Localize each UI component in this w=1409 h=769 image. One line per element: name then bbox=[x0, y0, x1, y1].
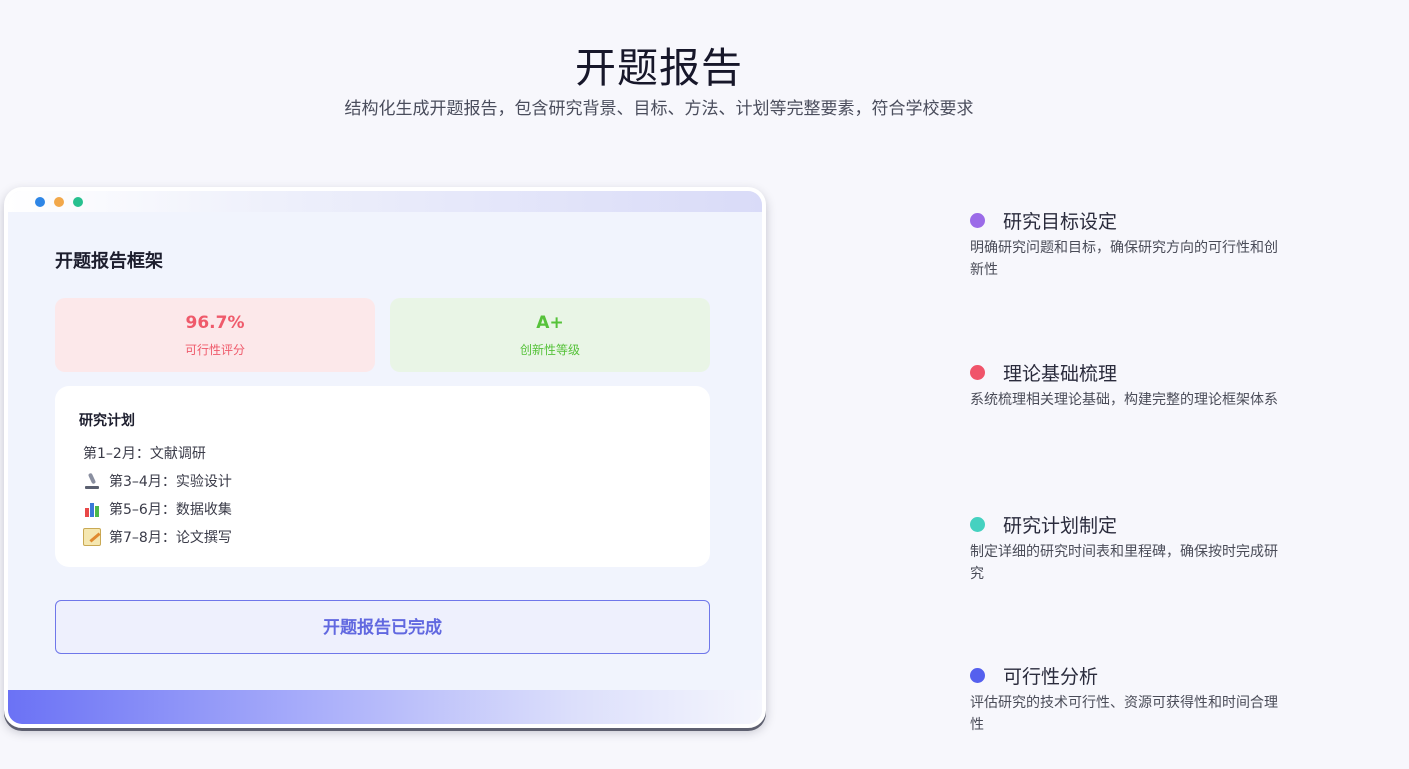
plan-item: 第5–6月：数据收集 bbox=[83, 499, 232, 519]
feature-title: 可行性分析 bbox=[1003, 666, 1099, 688]
innovation-grade-label: 创新性等级 bbox=[519, 343, 580, 357]
feature-title: 理论基础梳理 bbox=[1003, 363, 1118, 385]
feature-description: 系统梳理相关理论基础，构建完整的理论框架体系 bbox=[970, 392, 1278, 408]
innovation-grade-card: A+ 创新性等级 bbox=[390, 298, 710, 372]
page-title: 开题报告 bbox=[575, 44, 743, 92]
research-plan-title: 研究计划 bbox=[79, 413, 135, 429]
plan-item-text: 第5–6月：数据收集 bbox=[109, 502, 232, 518]
page-subtitle: 结构化生成开题报告，包含研究背景、目标、方法、计划等完整要素，符合学校要求 bbox=[344, 99, 974, 119]
feature-description: 明确研究问题和目标，确保研究方向的可行性和创新性 bbox=[970, 240, 1278, 278]
feature-description: 制定详细的研究时间表和里程碑，确保按时完成研究 bbox=[970, 544, 1278, 582]
plan-item: 第1–2月：文献调研 bbox=[83, 443, 206, 463]
plan-item-text: 第3–4月：实验设计 bbox=[109, 474, 232, 490]
bar-chart-icon bbox=[83, 500, 101, 518]
window-dot-orange bbox=[54, 197, 64, 207]
report-complete-button[interactable]: 开题报告已完成 bbox=[55, 600, 710, 654]
plan-item-text: 第7–8月：论文撰写 bbox=[109, 530, 232, 546]
plan-item: 第3–4月：实验设计 bbox=[83, 471, 232, 491]
feature-dot bbox=[970, 365, 985, 380]
plan-item: 第7–8月：论文撰写 bbox=[83, 527, 232, 547]
feature-dot bbox=[970, 517, 985, 532]
feasibility-score-label: 可行性评分 bbox=[184, 343, 245, 357]
report-preview-window: 开题报告框架 96.7% 可行性评分 A+ 创新性等级 研究计划 第1–2月：文… bbox=[4, 187, 766, 728]
window-bottom-gradient-bar bbox=[8, 690, 762, 724]
memo-icon bbox=[83, 528, 101, 546]
plan-item-text: 第1–2月：文献调研 bbox=[83, 446, 206, 462]
research-plan-card: 研究计划 第1–2月：文献调研 第3–4月：实验设计 第5–6月：数据收集 第7… bbox=[55, 386, 710, 567]
feasibility-score-card: 96.7% 可行性评分 bbox=[55, 298, 375, 372]
framework-title: 开题报告框架 bbox=[55, 251, 163, 272]
window-titlebar bbox=[8, 191, 762, 212]
feasibility-score-value: 96.7% bbox=[185, 313, 245, 333]
feature-dot bbox=[970, 213, 985, 228]
window-dot-green bbox=[73, 197, 83, 207]
feature-dot bbox=[970, 668, 985, 683]
microscope-icon bbox=[83, 472, 101, 490]
innovation-grade-value: A+ bbox=[536, 313, 564, 333]
window-dot-blue bbox=[35, 197, 45, 207]
feature-title: 研究计划制定 bbox=[1003, 515, 1118, 537]
feature-title: 研究目标设定 bbox=[1003, 211, 1118, 233]
feature-description: 评估研究的技术可行性、资源可获得性和时间合理性 bbox=[970, 695, 1278, 733]
